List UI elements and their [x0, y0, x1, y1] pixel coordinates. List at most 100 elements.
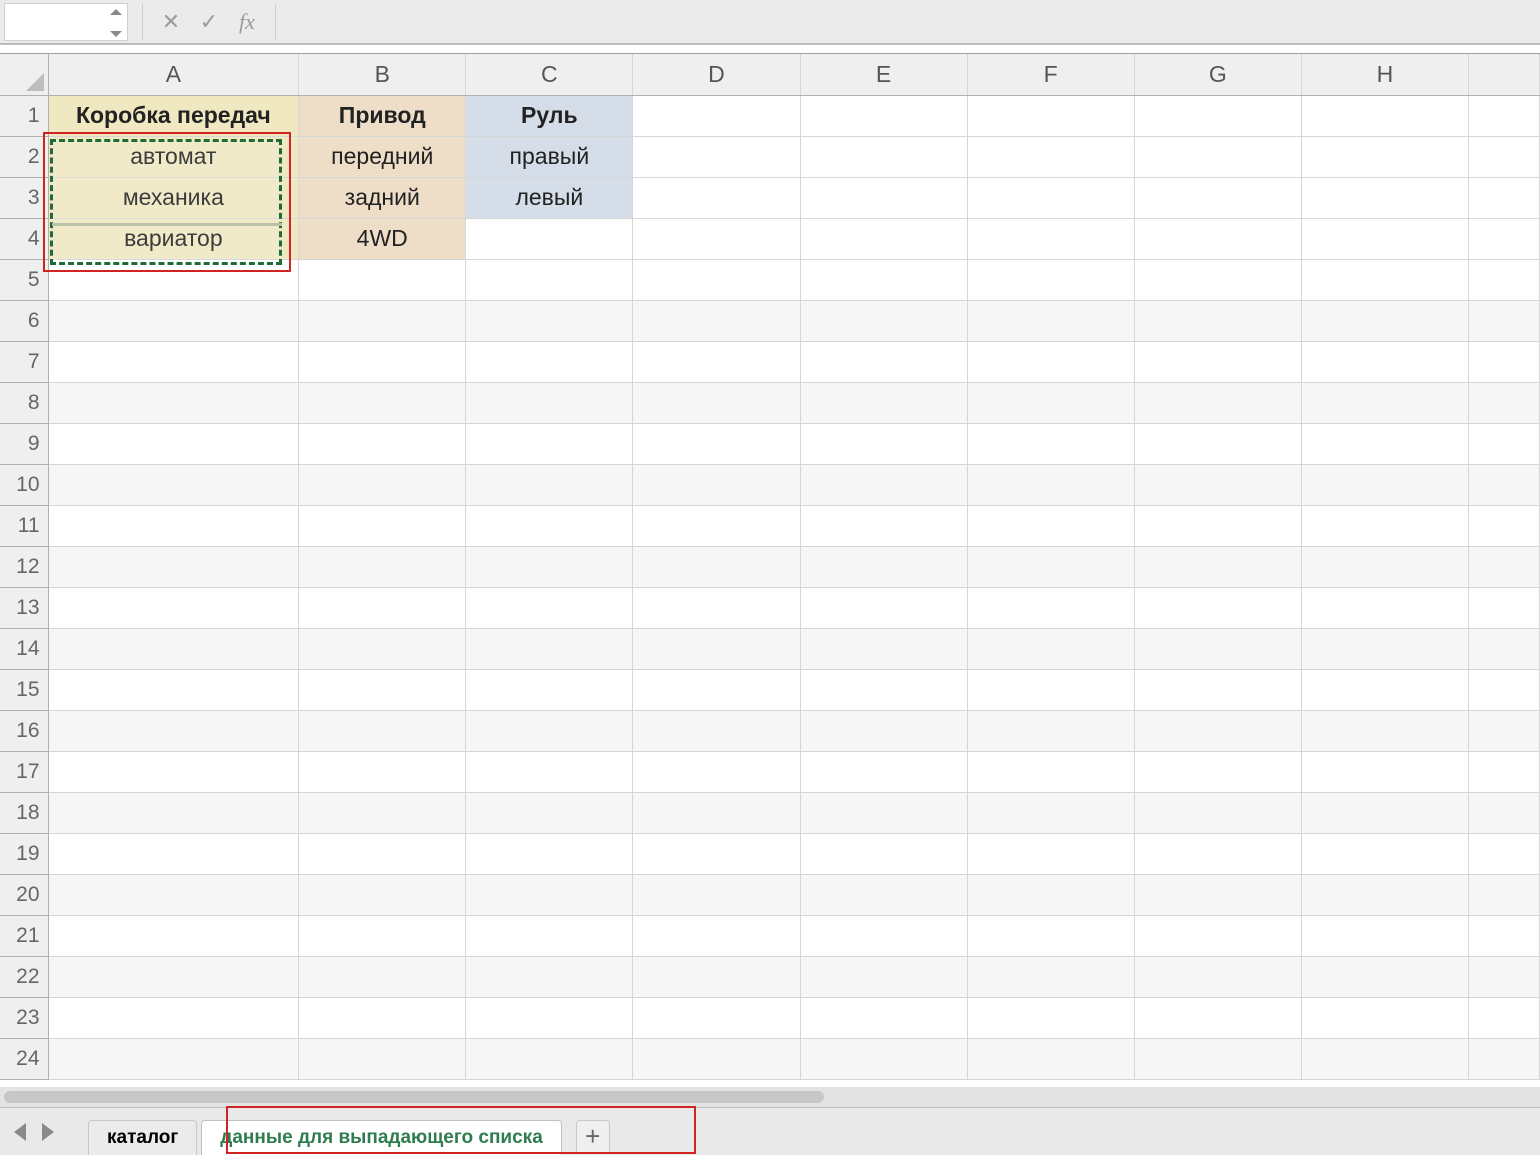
fx-button[interactable]: fx: [233, 8, 261, 36]
cell[interactable]: [800, 218, 967, 259]
row-header[interactable]: 16: [0, 710, 48, 751]
cell[interactable]: [299, 341, 466, 382]
col-header[interactable]: D: [633, 54, 800, 95]
row-header[interactable]: 19: [0, 833, 48, 874]
cell[interactable]: [1134, 341, 1301, 382]
row-header[interactable]: 3: [0, 177, 48, 218]
cell[interactable]: [633, 669, 800, 710]
row-header[interactable]: 22: [0, 956, 48, 997]
cell[interactable]: [299, 546, 466, 587]
row-header[interactable]: 14: [0, 628, 48, 669]
cell[interactable]: [48, 464, 299, 505]
cell[interactable]: [633, 218, 800, 259]
row-header[interactable]: 12: [0, 546, 48, 587]
cell[interactable]: [1468, 997, 1539, 1038]
cell[interactable]: [1134, 423, 1301, 464]
cell[interactable]: [48, 382, 299, 423]
cell[interactable]: [633, 136, 800, 177]
cell[interactable]: [800, 505, 967, 546]
cell[interactable]: [1134, 874, 1301, 915]
cell[interactable]: [466, 669, 633, 710]
cell[interactable]: [967, 177, 1134, 218]
cell[interactable]: [967, 669, 1134, 710]
cell[interactable]: [299, 505, 466, 546]
cell[interactable]: [1301, 669, 1468, 710]
cell[interactable]: [1134, 259, 1301, 300]
cell[interactable]: [48, 546, 299, 587]
cell[interactable]: [1134, 505, 1301, 546]
cell[interactable]: [800, 628, 967, 669]
cell[interactable]: [633, 628, 800, 669]
cell[interactable]: [48, 751, 299, 792]
cell[interactable]: [633, 95, 800, 136]
cell[interactable]: [1468, 546, 1539, 587]
cell[interactable]: [967, 300, 1134, 341]
cell[interactable]: [299, 874, 466, 915]
row-header[interactable]: 11: [0, 505, 48, 546]
cell[interactable]: [1468, 792, 1539, 833]
cell[interactable]: [967, 95, 1134, 136]
cell[interactable]: [48, 341, 299, 382]
cell[interactable]: [1134, 792, 1301, 833]
spreadsheet-grid[interactable]: A B C D E F G H 1Коробка передачПриводРу…: [0, 54, 1540, 1087]
cell[interactable]: [1301, 1038, 1468, 1079]
cell[interactable]: [800, 259, 967, 300]
cell[interactable]: [800, 95, 967, 136]
cell[interactable]: передний: [299, 136, 466, 177]
cell[interactable]: [299, 956, 466, 997]
cell[interactable]: [466, 915, 633, 956]
cell[interactable]: [1134, 710, 1301, 751]
row-header[interactable]: 1: [0, 95, 48, 136]
cell[interactable]: [466, 997, 633, 1038]
cell[interactable]: [1468, 751, 1539, 792]
cell[interactable]: [466, 259, 633, 300]
cell[interactable]: [1301, 341, 1468, 382]
cell[interactable]: [967, 628, 1134, 669]
cell[interactable]: [466, 792, 633, 833]
cell[interactable]: [299, 259, 466, 300]
cell[interactable]: [1301, 464, 1468, 505]
cell[interactable]: [1134, 956, 1301, 997]
cell[interactable]: [1468, 833, 1539, 874]
cell[interactable]: [1134, 218, 1301, 259]
cell[interactable]: [466, 628, 633, 669]
cell[interactable]: [466, 833, 633, 874]
cell[interactable]: задний: [299, 177, 466, 218]
cell[interactable]: [48, 833, 299, 874]
row-header[interactable]: 15: [0, 669, 48, 710]
cell[interactable]: механика: [48, 177, 299, 218]
cell[interactable]: [1301, 505, 1468, 546]
cell[interactable]: [48, 997, 299, 1038]
cell[interactable]: [1468, 874, 1539, 915]
cell[interactable]: [1468, 341, 1539, 382]
cell[interactable]: [1301, 833, 1468, 874]
cell[interactable]: [48, 300, 299, 341]
cell[interactable]: [633, 300, 800, 341]
cell[interactable]: [1468, 259, 1539, 300]
cell[interactable]: [800, 300, 967, 341]
cell[interactable]: [466, 218, 633, 259]
row-header[interactable]: 8: [0, 382, 48, 423]
cell[interactable]: [1134, 587, 1301, 628]
cell[interactable]: [466, 423, 633, 464]
cell[interactable]: [1468, 915, 1539, 956]
row-header[interactable]: 18: [0, 792, 48, 833]
cell[interactable]: [633, 833, 800, 874]
cell[interactable]: [466, 956, 633, 997]
row-header[interactable]: 21: [0, 915, 48, 956]
cell[interactable]: [1301, 751, 1468, 792]
cell[interactable]: [48, 956, 299, 997]
cell[interactable]: [299, 710, 466, 751]
cell[interactable]: [1301, 792, 1468, 833]
cell[interactable]: [48, 874, 299, 915]
cell[interactable]: [633, 997, 800, 1038]
cell[interactable]: [967, 956, 1134, 997]
cell[interactable]: [967, 505, 1134, 546]
cell[interactable]: [1134, 464, 1301, 505]
cell[interactable]: [1134, 382, 1301, 423]
row-header[interactable]: 9: [0, 423, 48, 464]
cell[interactable]: [1301, 177, 1468, 218]
cell[interactable]: [1301, 382, 1468, 423]
cell[interactable]: [800, 136, 967, 177]
cell[interactable]: [633, 587, 800, 628]
